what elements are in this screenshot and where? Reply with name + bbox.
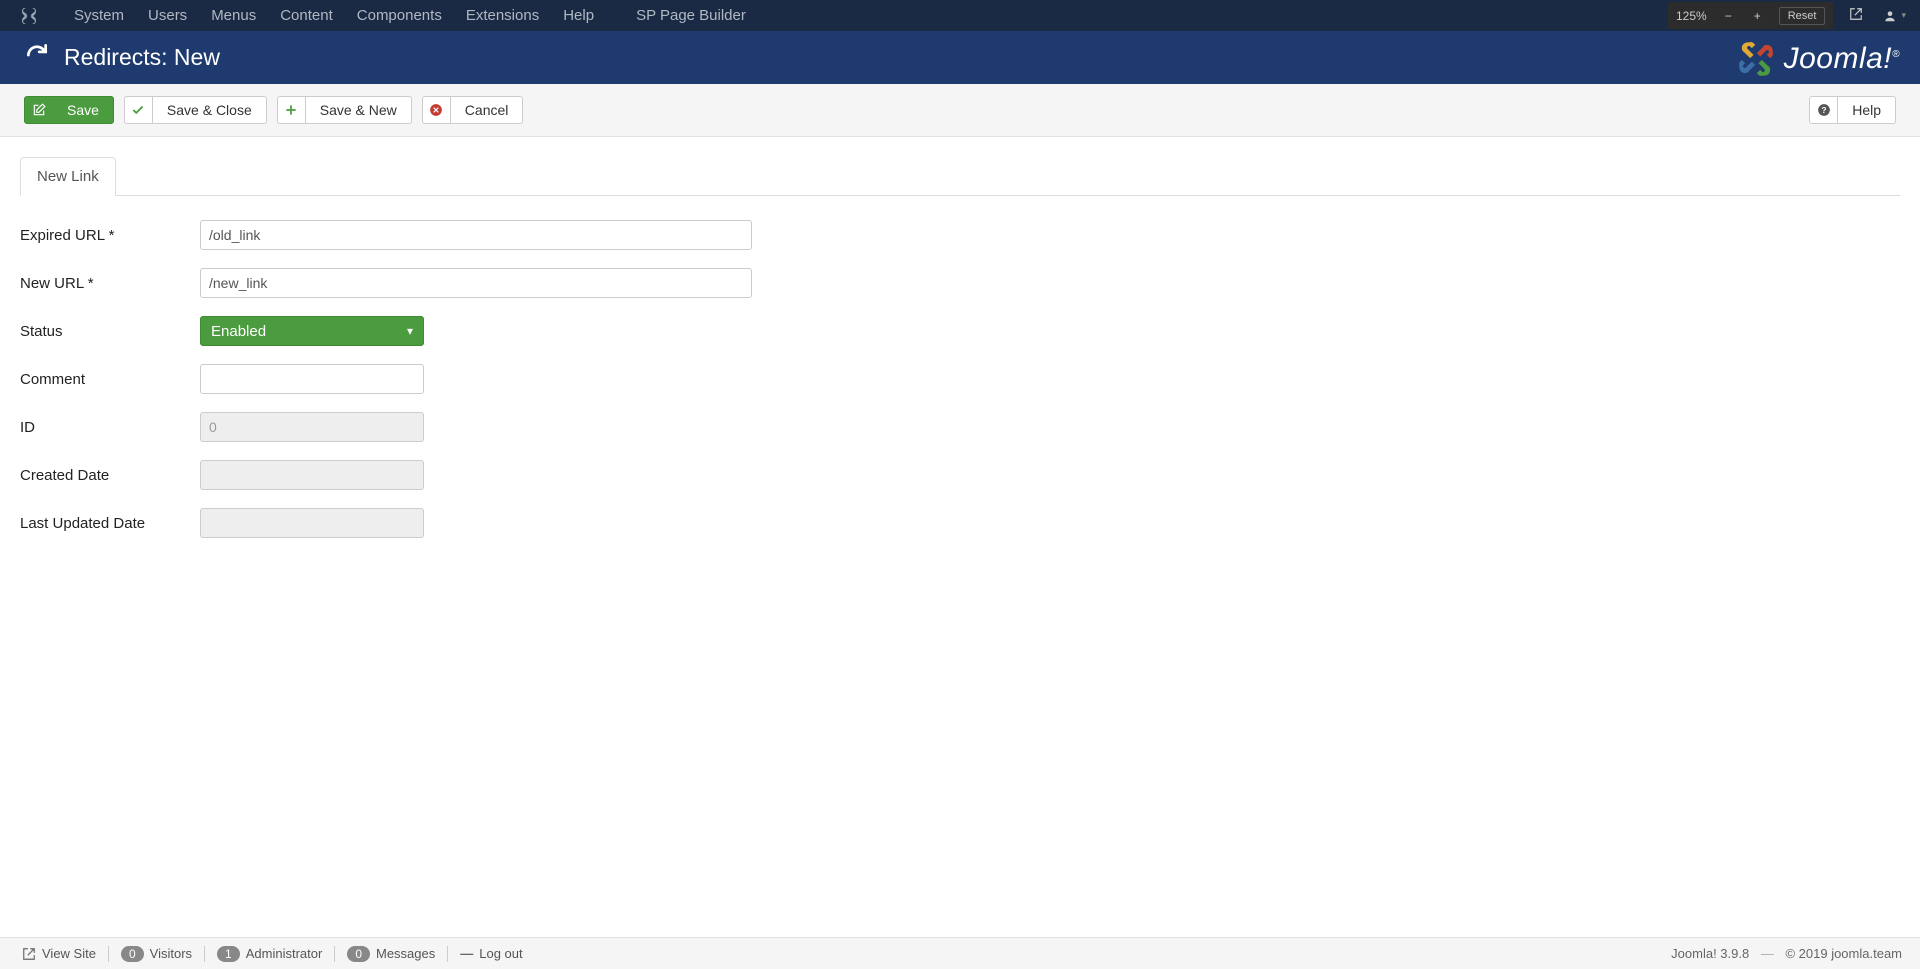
cancel-label: Cancel [451,102,523,118]
admin-label: Administrator [246,946,323,961]
footer-visitors[interactable]: 0 Visitors [111,946,202,962]
input-updated [200,508,424,538]
help-icon: ? [1810,97,1838,123]
label-status: Status [20,323,200,340]
cancel-button[interactable]: Cancel [422,96,524,124]
row-new-url: New URL * [20,268,1900,298]
zoom-level: 125% [1676,9,1707,23]
footer-logout[interactable]: — Log out [450,946,532,961]
version-text: Joomla! 3.9.8 [1671,946,1749,961]
tabs: New Link [20,157,1900,196]
status-value: Enabled [211,323,266,340]
footer-right: Joomla! 3.9.8 — © 2019 joomla.team [1671,946,1908,961]
admin-count: 1 [217,946,240,962]
save-button[interactable]: Save [24,96,114,124]
logout-label: Log out [479,946,522,961]
divider [447,946,448,962]
redirect-icon [24,41,50,74]
label-new-url: New URL * [20,275,200,292]
topnav-right: 125% − + Reset ▾ [1668,0,1920,31]
logout-icon: — [460,946,473,961]
page-header: Redirects: New Joomla!® [0,31,1920,84]
messages-label: Messages [376,946,435,961]
visitors-label: Visitors [150,946,192,961]
label-id: ID [20,419,200,436]
row-id: ID [20,412,1900,442]
save-new-label: Save & New [306,102,411,118]
save-close-button[interactable]: Save & Close [124,96,267,124]
footer-admin[interactable]: 1 Administrator [207,946,332,962]
select-status[interactable]: Enabled [200,316,424,346]
nav-content[interactable]: Content [268,0,345,31]
joomla-icon[interactable] [18,5,40,27]
row-updated: Last Updated Date [20,508,1900,538]
row-status: Status Enabled [20,316,1900,346]
toolbar: Save Save & Close Save & New Cancel ? He… [0,84,1920,137]
help-label: Help [1838,102,1895,118]
row-comment: Comment [20,364,1900,394]
check-icon [125,97,153,123]
nav-help[interactable]: Help [551,0,606,31]
nav-sp-page-builder[interactable]: SP Page Builder [624,0,758,31]
page-title: Redirects: New [64,44,220,71]
main-content: New Link Expired URL * New URL * Status … [0,137,1920,538]
svg-text:?: ? [1821,106,1826,115]
zoom-out-button[interactable]: − [1721,9,1736,23]
divider [334,946,335,962]
input-id [200,412,424,442]
nav-system[interactable]: System [62,0,136,31]
top-nav: System Users Menus Content Components Ex… [0,0,1920,31]
zoom-reset-button[interactable]: Reset [1779,7,1826,25]
view-site-label: View Site [42,946,96,961]
footer-messages[interactable]: 0 Messages [337,946,445,962]
cancel-icon [423,97,451,123]
label-comment: Comment [20,371,200,388]
joomla-logo: Joomla!® [1736,39,1900,79]
messages-count: 0 [347,946,370,962]
save-label: Save [53,102,113,118]
nav-users[interactable]: Users [136,0,199,31]
user-menu[interactable]: ▾ [1873,9,1920,23]
zoom-control: 125% − + Reset [1668,2,1833,29]
nav-components[interactable]: Components [345,0,454,31]
footer: View Site 0 Visitors 1 Administrator 0 M… [0,937,1920,969]
input-new-url[interactable] [200,268,752,298]
nav-extensions[interactable]: Extensions [454,0,551,31]
footer-view-site[interactable]: View Site [12,946,106,961]
brand-text: Joomla!® [1784,42,1900,76]
label-created: Created Date [20,467,200,484]
divider [204,946,205,962]
visitors-count: 0 [121,946,144,962]
input-comment[interactable] [200,364,424,394]
save-icon [25,97,53,123]
form: Expired URL * New URL * Status Enabled C… [20,196,1900,538]
save-close-label: Save & Close [153,102,266,118]
label-updated: Last Updated Date [20,515,200,532]
copyright-text: © 2019 joomla.team [1785,946,1902,961]
row-expired-url: Expired URL * [20,220,1900,250]
save-new-button[interactable]: Save & New [277,96,412,124]
plus-icon [278,97,306,123]
tab-new-link[interactable]: New Link [20,157,116,196]
input-expired-url[interactable] [200,220,752,250]
row-created: Created Date [20,460,1900,490]
label-expired-url: Expired URL * [20,227,200,244]
divider [108,946,109,962]
external-link-icon[interactable] [1839,7,1873,24]
input-created [200,460,424,490]
nav-menus[interactable]: Menus [199,0,268,31]
help-button[interactable]: ? Help [1809,96,1896,124]
zoom-in-button[interactable]: + [1750,9,1765,23]
